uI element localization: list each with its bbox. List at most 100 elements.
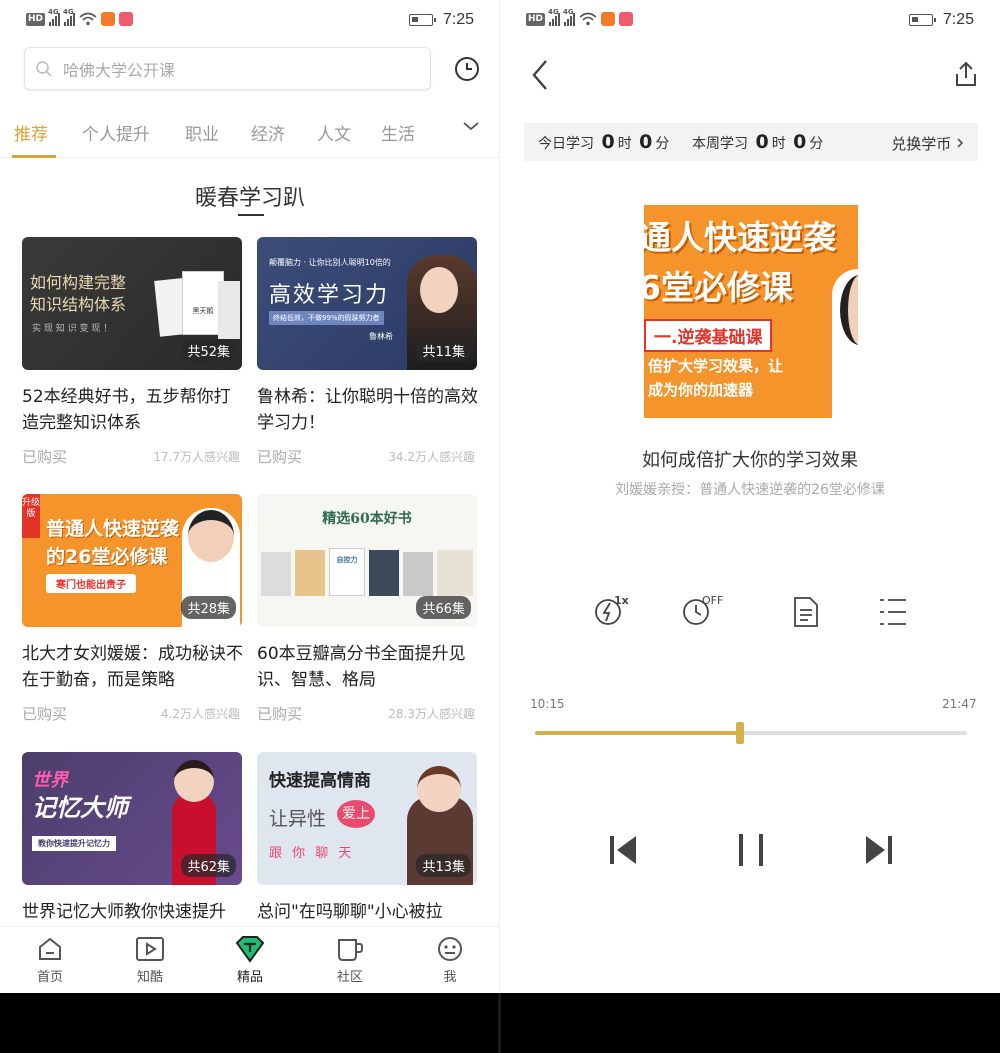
app-notification-icon <box>101 12 116 26</box>
interest-count: 4.2万人感兴趣 <box>160 707 240 721</box>
course-title: 52本经典好书，五步帮你打造完整知识体系 <box>22 387 231 433</box>
episode-count-badge: 共28集 <box>181 596 236 619</box>
sleep-timer-button[interactable]: OFF <box>680 592 724 632</box>
purchase-status: 已购买 <box>257 448 303 466</box>
bottom-navigation: 首页 知酷 精品 社区 我 <box>0 926 500 993</box>
tab-economy[interactable]: 经济 <box>251 120 285 145</box>
app-notification-icon <box>619 12 634 26</box>
current-time: 10:15 <box>530 697 565 711</box>
progress-track[interactable] <box>535 731 967 735</box>
signal-icon: 4G <box>48 8 61 26</box>
app-notification-icon <box>119 12 134 26</box>
pause-icon[interactable] <box>736 832 766 868</box>
episode-title: 如何成倍扩大你的学习效果 <box>642 450 858 471</box>
gem-icon <box>235 936 265 963</box>
episode-count-badge: 共52集 <box>181 339 236 362</box>
home-icon <box>39 937 61 960</box>
search-placeholder: 哈佛大学公开课 <box>63 60 176 80</box>
search-icon <box>36 60 52 77</box>
purchase-status: 已购买 <box>22 448 68 466</box>
clock: 7:25 <box>942 11 974 28</box>
exchange-coins-link[interactable]: 兑换学币 <box>891 133 964 154</box>
signal-icon: 4G <box>563 8 576 26</box>
chevron-right-icon <box>957 138 964 148</box>
wifi-icon <box>579 12 597 26</box>
episode-count-badge: 共13集 <box>416 854 471 877</box>
tab-personal-growth[interactable]: 个人提升 <box>82 120 150 145</box>
active-tab-indicator <box>12 155 56 158</box>
playlist-button[interactable] <box>878 596 908 632</box>
list-icon <box>880 599 906 625</box>
chevron-down-icon[interactable] <box>462 120 480 132</box>
next-track-icon[interactable] <box>864 832 894 868</box>
week-study: 本周学习 0时 0分 <box>692 131 824 153</box>
face-icon <box>438 937 462 961</box>
course-card[interactable]: 升级版 普通人快速逆袭 的26堂必修课 寒门也能出贵子 共28集 北大才女刘媛媛… <box>22 494 244 723</box>
episode-subtitle: 刘媛媛亲授：普通人快速逆袭的26堂必修课 <box>615 482 885 498</box>
nav-me[interactable]: 我 <box>420 935 480 985</box>
course-title: 60本豆瓣高分书全面提升见识、智慧、格局 <box>257 644 466 690</box>
course-thumbnail: 精选60本好书 自控力 共66集 <box>257 494 477 627</box>
purchase-status: 已购买 <box>22 705 68 723</box>
play-icon <box>136 937 164 961</box>
system-navigation-bar <box>0 993 1000 1053</box>
history-icon[interactable] <box>453 55 481 83</box>
hd-badge: HD <box>526 12 546 26</box>
course-title: 鲁林希：让你聪明十倍的高效学习力！ <box>257 387 478 433</box>
course-cover: 通人快速逆袭 6堂必修课 一.逆袭基础课 倍扩大学习效果，让 成为你的加速器 <box>644 205 858 418</box>
nav-zhiku[interactable]: 知酷 <box>120 935 180 985</box>
course-thumbnail: 如何构建完整 知识结构体系 实 现 知 识 变 现 ！ 黑天鹅 共52集 <box>22 237 242 370</box>
battery-icon <box>408 14 436 26</box>
tab-recommend[interactable]: 推荐 <box>14 120 48 145</box>
previous-track-icon[interactable] <box>608 832 638 868</box>
signal-icon: 4G <box>63 8 76 26</box>
search-input[interactable]: 哈佛大学公开课 <box>24 47 431 90</box>
episode-count-badge: 共62集 <box>181 854 236 877</box>
progress-fill <box>535 731 739 735</box>
course-thumbnail: 快速提高情商 让异性 爱上 跟 你 聊 天 共13集 <box>257 752 477 885</box>
course-thumbnail: 世界 记忆大师 教你快速提升记忆力 共62集 <box>22 752 242 885</box>
category-tabs: 推荐 个人提升 职业 经济 人文 生活 <box>0 110 500 158</box>
course-card[interactable]: 精选60本好书 自控力 共66集 60本豆瓣高分书全面提升见识、智慧、格局 已购… <box>257 494 479 723</box>
nav-home[interactable]: 首页 <box>20 935 80 985</box>
share-icon[interactable] <box>953 60 979 88</box>
document-icon <box>794 597 818 627</box>
signal-icon: 4G <box>548 8 561 26</box>
clock: 7:25 <box>442 11 474 28</box>
section-title: 暖春学习趴 <box>194 186 305 211</box>
upgrade-tag: 升级版 <box>22 494 40 538</box>
course-card[interactable]: 颠覆脑力 · 让你比别人聪明10倍的 高效学习力 终结低效，不做99%的假装努力… <box>257 237 479 466</box>
wifi-icon <box>79 12 97 26</box>
course-thumbnail: 升级版 普通人快速逆袭 的26堂必修课 寒门也能出贵子 共28集 <box>22 494 242 627</box>
tab-humanities[interactable]: 人文 <box>317 120 351 145</box>
course-thumbnail: 颠覆脑力 · 让你比别人聪明10倍的 高效学习力 终结低效，不做99%的假装努力… <box>257 237 477 370</box>
episode-count-badge: 共11集 <box>416 339 471 362</box>
hd-badge: HD <box>26 12 46 26</box>
status-bar: HD 4G 4G 7:25 <box>500 0 1000 42</box>
interest-count: 34.2万人感兴趣 <box>388 450 475 464</box>
app-notification-icon <box>601 12 616 26</box>
course-card[interactable]: 如何构建完整 知识结构体系 实 现 知 识 变 现 ！ 黑天鹅 共52集 52本… <box>22 237 244 466</box>
episode-count-badge: 共66集 <box>416 596 471 619</box>
battery-icon <box>908 14 936 26</box>
purchase-status: 已购买 <box>257 705 303 723</box>
interest-count: 17.7万人感兴趣 <box>153 450 240 464</box>
interest-count: 28.3万人感兴趣 <box>388 707 475 721</box>
back-arrow-icon[interactable] <box>530 58 550 92</box>
course-card[interactable]: 世界 记忆大师 教你快速提升记忆力 共62集 世界记忆大师教你快速提升 <box>22 752 244 951</box>
tab-life[interactable]: 生活 <box>381 120 415 145</box>
course-title: 北大才女刘媛媛：成功秘诀不在于勤奋，而是策略 <box>22 644 243 690</box>
speed-button[interactable]: 1x <box>592 592 632 632</box>
progress-knob[interactable] <box>736 722 745 744</box>
transcript-button[interactable] <box>792 596 820 632</box>
nav-premium[interactable]: 精品 <box>220 935 280 985</box>
nav-community[interactable]: 社区 <box>320 935 380 985</box>
total-time: 21:47 <box>942 697 977 711</box>
study-stats-bar: 今日学习 0时 0分 本周学习 0时 0分 兑换学币 <box>524 123 978 161</box>
course-card[interactable]: 快速提高情商 让异性 爱上 跟 你 聊 天 共13集 总问"在吗聊聊"小心被拉 <box>257 752 479 951</box>
today-study: 今日学习 0时 0分 <box>538 131 670 153</box>
status-bar: HD 4G 4G 7:25 <box>0 0 500 42</box>
tab-career[interactable]: 职业 <box>185 120 219 145</box>
section-underline <box>238 214 264 216</box>
left-screen: HD 4G 4G 7:25 哈佛大学公开课 推荐 个人提升 职业 经济 人文 生… <box>0 0 500 993</box>
